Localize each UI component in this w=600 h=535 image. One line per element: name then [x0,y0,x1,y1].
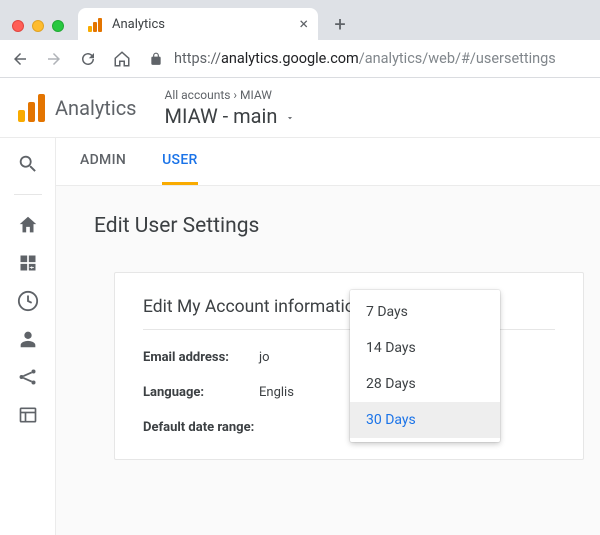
new-tab-button[interactable]: + [326,10,354,38]
menu-option-28days[interactable]: 28 Days [350,366,500,402]
behavior-icon[interactable] [16,403,40,427]
window-minimize[interactable] [32,20,44,32]
menu-option-14days[interactable]: 14 Days [350,330,500,366]
tab-strip: Analytics × + [0,0,600,40]
window-controls [8,20,70,40]
language-label: Language: [143,385,259,400]
email-value-left: jo [259,350,270,365]
page-body: Edit User Settings Edit My Account infor… [56,186,600,535]
home-nav-icon[interactable] [16,213,40,237]
email-label: Email address: [143,350,259,365]
lock-icon [146,49,166,69]
window-zoom[interactable] [52,20,64,32]
sidebar-divider [14,194,42,195]
back-icon[interactable] [10,49,30,69]
date-range-label: Default date range: [143,420,283,435]
url-text: https://analytics.google.com/analytics/w… [174,50,556,67]
browser-tab-active[interactable]: Analytics × [78,8,318,40]
app-header: Analytics All accounts › MIAW MIAW - mai… [0,78,600,138]
sidebar [0,138,56,535]
browser-chrome: Analytics × + https://analytics.google.c… [0,0,600,78]
tab-close-icon[interactable]: × [299,16,308,32]
dashboard-icon[interactable] [16,251,40,275]
tab-admin[interactable]: ADMIN [80,138,126,185]
analytics-logo[interactable]: Analytics [18,94,137,122]
content-area: ADMIN USER Edit User Settings Edit My Ac… [56,138,600,535]
product-name: Analytics [55,96,137,120]
home-icon[interactable] [112,49,132,69]
analytics-logo-icon [18,94,45,122]
analytics-favicon [88,16,104,32]
language-value[interactable]: Englis [259,385,294,400]
view-name-line: MIAW - main [165,104,296,128]
menu-option-7days[interactable]: 7 Days [350,294,500,330]
breadcrumb: All accounts › MIAW [165,88,296,102]
search-icon[interactable] [16,152,40,176]
browser-toolbar: https://analytics.google.com/analytics/w… [0,40,600,78]
tab-user[interactable]: USER [162,138,198,185]
account-picker[interactable]: All accounts › MIAW MIAW - main [165,88,296,128]
settings-tabs: ADMIN USER [56,138,600,186]
account-card: Edit My Account information Email addres… [114,272,584,460]
chevron-down-icon [285,104,295,128]
view-name: MIAW - main [165,104,278,128]
realtime-icon[interactable] [16,289,40,313]
acquisition-icon[interactable] [16,365,40,389]
tab-title: Analytics [112,17,165,32]
forward-icon [44,49,64,69]
audience-icon[interactable] [16,327,40,351]
address-bar[interactable]: https://analytics.google.com/analytics/w… [146,49,590,69]
date-range-menu: 7 Days 14 Days 28 Days 30 Days [350,290,500,442]
reload-icon[interactable] [78,49,98,69]
menu-option-30days[interactable]: 30 Days [350,402,500,438]
window-close[interactable] [12,20,24,32]
page-title: Edit User Settings [90,214,600,238]
